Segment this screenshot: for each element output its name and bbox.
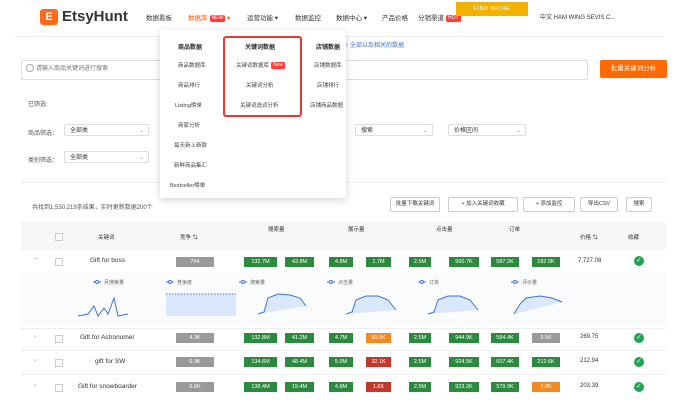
row-checkbox[interactable] <box>55 384 63 392</box>
metric-cell: 2.5M <box>409 357 431 367</box>
dropdown-col-product-title: 商品数据 <box>178 45 203 51</box>
trend-label: 月搜索量 <box>104 280 125 286</box>
check-icon[interactable]: ✓ <box>634 382 644 392</box>
metric-cell: 132.8M <box>244 333 277 343</box>
menu-item-shop-products[interactable]: 店铺商品数据 <box>310 101 343 109</box>
metric-cell: 2.5M <box>409 382 431 392</box>
menu-item-product-database[interactable]: 商品数据库 <box>178 61 206 69</box>
divider <box>21 374 666 375</box>
menu-item-product-ranking[interactable]: 商品排行 <box>178 81 200 89</box>
keyword-cell[interactable]: gift for SW <box>95 358 125 365</box>
metric-cell: 584.4K <box>491 333 519 343</box>
metric-cell: 1.6K <box>366 382 391 392</box>
trend-label: 竞争度 <box>177 280 193 286</box>
metric-cell: 2.5M <box>409 333 431 343</box>
menu-item-new-products[interactable]: 每天新上新款 <box>174 141 207 149</box>
metric-cell: 212.6K <box>532 357 560 367</box>
metric-cell: 944.9K <box>449 333 479 343</box>
metric-cell: 4.7M <box>329 333 353 343</box>
menu-item-shop-analysis[interactable]: 商家分析 <box>178 121 200 129</box>
metric-cell: 3.5K <box>532 333 560 343</box>
metric-cell: 924.5K <box>449 357 479 367</box>
price-cell: 269.75 <box>580 334 599 340</box>
divider <box>21 328 666 329</box>
metric-cell: 4.8M <box>329 382 353 392</box>
metric-cell: 134.6M <box>244 357 277 367</box>
menu-item-listing-board[interactable]: Listing榜单 <box>175 101 202 109</box>
keyword-cell[interactable]: Gift for Astronomer <box>80 334 135 341</box>
divider <box>21 350 666 351</box>
competition-value: 6.8K <box>176 382 214 392</box>
menu-item-product-collection[interactable]: 新鲜商品集汇 <box>174 161 207 169</box>
trend-label: 订单 <box>429 280 440 286</box>
metric-cell: 19.4M <box>285 382 314 392</box>
trend-label: 评价量 <box>522 280 538 286</box>
metric-cell: 41.2M <box>285 333 314 343</box>
check-icon[interactable]: ✓ <box>634 333 644 343</box>
metric-cell: 5.0M <box>329 357 353 367</box>
keyword-cell[interactable]: Gift for snowboarder <box>78 383 137 390</box>
row-checkbox[interactable] <box>55 335 63 343</box>
metric-cell: 923.2K <box>449 382 479 392</box>
competition-value: 6.3K <box>176 357 214 367</box>
menu-item-bestseller[interactable]: Bestseller榜单 <box>170 181 205 189</box>
expand-icon[interactable]: › <box>34 383 36 389</box>
metric-cell: 138.4M <box>244 382 277 392</box>
metric-cell: 579.9K <box>491 382 519 392</box>
trend-label: 搜索量 <box>250 280 266 286</box>
dropdown-col-shop-title: 店铺数据 <box>316 45 341 51</box>
menu-item-shop-database[interactable]: 店铺数据库 <box>314 61 342 69</box>
expand-icon[interactable]: › <box>34 358 36 364</box>
price-cell: 203.39 <box>580 383 599 389</box>
check-icon[interactable]: ✓ <box>634 357 644 367</box>
expand-icon[interactable]: › <box>34 334 36 340</box>
menu-item-shop-ranking[interactable]: 店铺排行 <box>317 81 339 89</box>
metric-cell: 32.1K <box>366 357 391 367</box>
metric-cell: 50.5K <box>366 333 391 343</box>
highlight-box <box>223 36 302 117</box>
price-cell: 212.94 <box>580 358 599 364</box>
competition-value: 4.3K <box>176 333 214 343</box>
row-checkbox[interactable] <box>55 359 63 367</box>
metric-cell: 1.8K <box>532 382 560 392</box>
metric-cell: 48.4M <box>285 357 314 367</box>
trend-label: 点击量 <box>338 280 354 286</box>
metric-cell: 607.4K <box>491 357 519 367</box>
